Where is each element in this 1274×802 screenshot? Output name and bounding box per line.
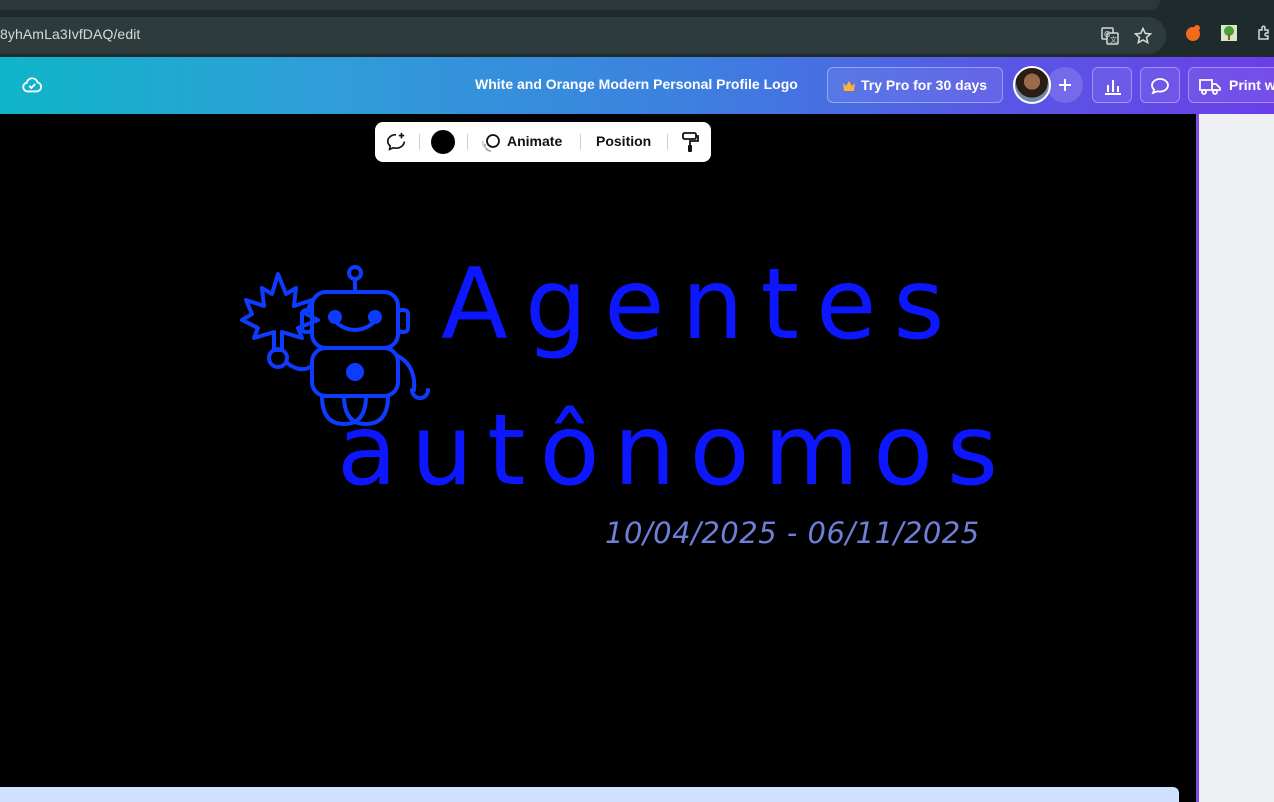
print-truck-icon [1199, 79, 1221, 95]
toolbar-divider [467, 134, 468, 150]
next-page-strip[interactable] [0, 787, 1179, 802]
comments-button[interactable] [1140, 67, 1180, 103]
extension-tree-icon[interactable] [1220, 24, 1238, 42]
bookmark-star-icon[interactable] [1134, 27, 1152, 45]
logo-title-line-1[interactable]: Agentes [441, 256, 961, 354]
insights-button[interactable] [1092, 67, 1132, 103]
logo-title-line-2[interactable]: autônomos [337, 402, 1012, 500]
date-range-text[interactable]: 10/04/2025 - 06/11/2025 [605, 516, 980, 550]
browser-tab-strip [0, 0, 1274, 14]
translate-icon[interactable]: G 文 [1101, 27, 1119, 45]
try-pro-button[interactable]: Try Pro for 30 days [827, 67, 1003, 103]
comment-icon [1151, 78, 1169, 95]
position-button[interactable]: Position [596, 133, 651, 149]
toolbar-divider [667, 134, 668, 150]
cloud-saved-icon[interactable] [21, 74, 43, 96]
add-collaborator-button[interactable] [1047, 67, 1083, 103]
avatar[interactable] [1013, 66, 1051, 104]
browser-toolbar: 8yhAmLa3IvfDAQ/edit G 文 [0, 14, 1274, 57]
toolbar-divider [580, 134, 581, 150]
insights-icon [1105, 80, 1121, 95]
try-pro-label: Try Pro for 30 days [861, 77, 988, 93]
animate-button[interactable]: Animate [507, 133, 562, 149]
url-text: 8yhAmLa3IvfDAQ/edit [0, 26, 141, 42]
animate-icon[interactable] [480, 132, 502, 154]
paint-roller-icon[interactable] [680, 131, 700, 153]
toolbar-divider [419, 134, 420, 150]
ai-edit-icon[interactable] [385, 131, 407, 153]
add-icon [1059, 79, 1071, 91]
address-bar[interactable]: 8yhAmLa3IvfDAQ/edit G 文 [0, 17, 1166, 54]
svg-text:文: 文 [1110, 35, 1117, 44]
print-button[interactable]: Print w [1188, 67, 1274, 103]
editor-header: White and Orange Modern Personal Profile… [0, 57, 1274, 114]
document-title[interactable]: White and Orange Modern Personal Profile… [475, 76, 798, 92]
crown-icon [843, 81, 855, 91]
print-label: Print w [1229, 77, 1274, 93]
extension-orange-icon[interactable] [1184, 24, 1202, 42]
extensions-puzzle-icon[interactable] [1256, 24, 1274, 42]
active-tab[interactable] [0, 0, 1160, 10]
canvas-side-gutter [1196, 114, 1274, 802]
element-toolbar: Animate Position [375, 122, 711, 162]
color-swatch[interactable] [431, 130, 455, 154]
